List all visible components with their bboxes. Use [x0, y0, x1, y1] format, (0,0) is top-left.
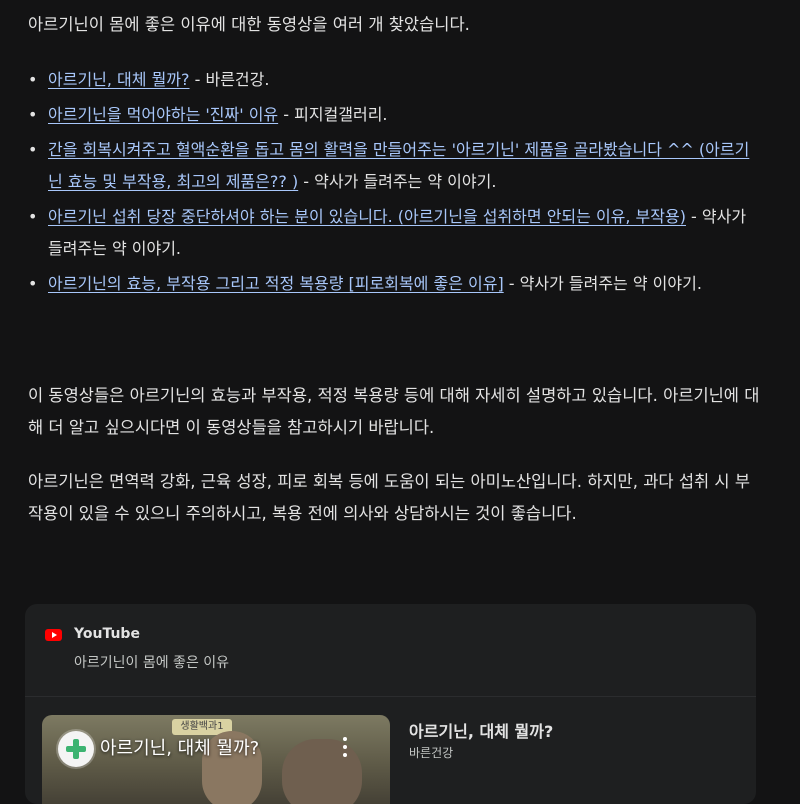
- video-thumbnail[interactable]: 생활백과1 아르기닌, 대체 뭘까?: [42, 715, 390, 804]
- thumbnail-person: [282, 739, 362, 804]
- link-source: 피지컬갤러리.: [294, 105, 388, 124]
- kebab-menu-icon[interactable]: [340, 735, 350, 759]
- youtube-card: YouTube 아르기닌이 몸에 좋은 이유 생활백과1 아르기닌, 대체 뭘까…: [25, 604, 756, 804]
- video-title[interactable]: 아르기닌, 대체 뭘까?: [409, 718, 553, 742]
- list-item: 아르기닌의 효능, 부작용 그리고 적정 복용량 [피로회복에 좋은 이유] -…: [28, 268, 763, 300]
- separator: -: [298, 172, 315, 191]
- provider-name: YouTube: [74, 626, 140, 642]
- separator: -: [503, 274, 520, 293]
- video-link-5[interactable]: 아르기닌의 효능, 부작용 그리고 적정 복용량 [피로회복에 좋은 이유]: [48, 274, 504, 293]
- intro-text: 아르기닌이 몸에 좋은 이유에 대한 동영상을 여러 개 찾았습니다.: [28, 15, 470, 34]
- separator: -: [189, 70, 206, 89]
- youtube-logo-icon: [45, 629, 62, 641]
- link-source: 약사가 들려주는 약 이야기.: [314, 172, 497, 191]
- caution-paragraph: 아르기닌은 면역력 강화, 근육 성장, 피로 회복 등에 도움이 되는 아미노…: [28, 472, 751, 523]
- channel-avatar-icon[interactable]: [58, 731, 94, 767]
- video-channel: 바른건강: [409, 746, 454, 760]
- link-source: 바른건강.: [205, 70, 270, 89]
- thumbnail-title: 아르기닌, 대체 뭘까?: [100, 738, 260, 759]
- list-item: 아르기닌 섭취 당장 중단하셔야 하는 분이 있습니다. (아르기닌을 섭취하면…: [28, 201, 763, 265]
- link-source: 약사가 들려주는 약 이야기.: [519, 274, 702, 293]
- list-item: 아르기닌, 대체 뭘까? - 바른건강.: [28, 64, 763, 96]
- separator: -: [278, 105, 295, 124]
- summary-paragraph: 이 동영상들은 아르기닌의 효능과 부작용, 적정 복용량 등에 대해 자세히 …: [28, 386, 760, 437]
- video-link-4[interactable]: 아르기닌 섭취 당장 중단하셔야 하는 분이 있습니다. (아르기닌을 섭취하면…: [48, 207, 686, 226]
- divider: [25, 696, 756, 697]
- separator: -: [685, 207, 702, 226]
- video-link-2[interactable]: 아르기닌을 먹어야하는 '진짜' 이유: [48, 105, 278, 124]
- video-link-1[interactable]: 아르기닌, 대체 뭘까?: [48, 70, 190, 89]
- list-item: 아르기닌을 먹어야하는 '진짜' 이유 - 피지컬갤러리.: [28, 99, 763, 131]
- search-query: 아르기닌이 몸에 좋은 이유: [74, 655, 230, 671]
- list-item: 간을 회복시켜주고 혈액순환을 돕고 몸의 활력을 만들어주는 '아르기닌' 제…: [28, 134, 763, 198]
- video-link-list: 아르기닌, 대체 뭘까? - 바른건강. 아르기닌을 먹어야하는 '진짜' 이유…: [28, 64, 763, 303]
